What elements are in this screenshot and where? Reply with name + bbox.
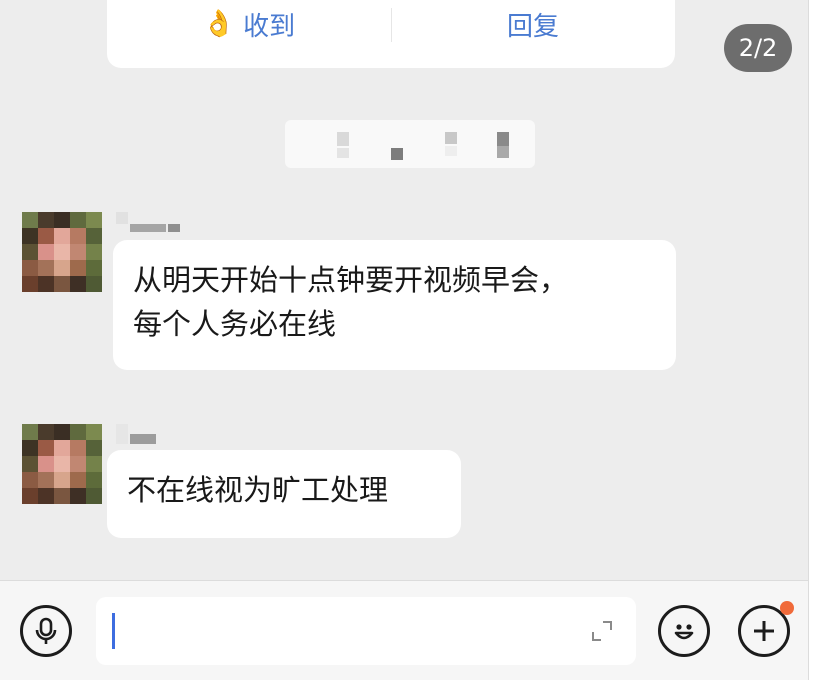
timestamp-pill-blurred xyxy=(285,120,535,168)
message-2-line-1: 不在线视为旷工处理 xyxy=(127,473,389,507)
sender-name-blurred xyxy=(116,212,186,232)
window-edge xyxy=(808,0,818,680)
input-bar xyxy=(0,581,808,680)
sender-avatar[interactable] xyxy=(22,424,102,504)
sender-avatar[interactable] xyxy=(22,212,102,292)
message-bubble-2[interactable]: 不在线视为旷工处理 xyxy=(107,450,461,538)
sender-name-blurred xyxy=(116,424,166,444)
smiley-icon xyxy=(674,624,694,640)
message-bubble-1[interactable]: 从明天开始十点钟要开视频早会， 每个人务必在线 xyxy=(113,240,676,370)
voice-input-button[interactable] xyxy=(20,605,72,657)
message-1-line-2: 每个人务必在线 xyxy=(133,307,337,341)
reply-button[interactable]: 回复 xyxy=(391,0,675,48)
chat-area: 👌 收到 回复 2/2 从明天开始十点钟要开视频早会， 每个人务必在线 不在线视… xyxy=(0,0,808,580)
reply-label: 回复 xyxy=(506,11,559,42)
ok-hand-icon: 👌 xyxy=(202,9,236,39)
text-caret xyxy=(112,613,115,649)
expand-icon[interactable] xyxy=(590,619,614,643)
received-label: 收到 xyxy=(243,11,296,42)
emoji-button[interactable] xyxy=(658,605,710,657)
plus-icon xyxy=(754,621,774,641)
message-input[interactable] xyxy=(96,597,636,665)
microphone-icon xyxy=(35,617,57,644)
image-page-indicator: 2/2 xyxy=(724,24,792,72)
received-button[interactable]: 👌 收到 xyxy=(107,0,391,48)
message-1-line-1: 从明天开始十点钟要开视频早会， xyxy=(133,263,569,297)
notification-dot xyxy=(780,601,794,615)
message-card-actions: 👌 收到 回复 xyxy=(107,0,675,68)
